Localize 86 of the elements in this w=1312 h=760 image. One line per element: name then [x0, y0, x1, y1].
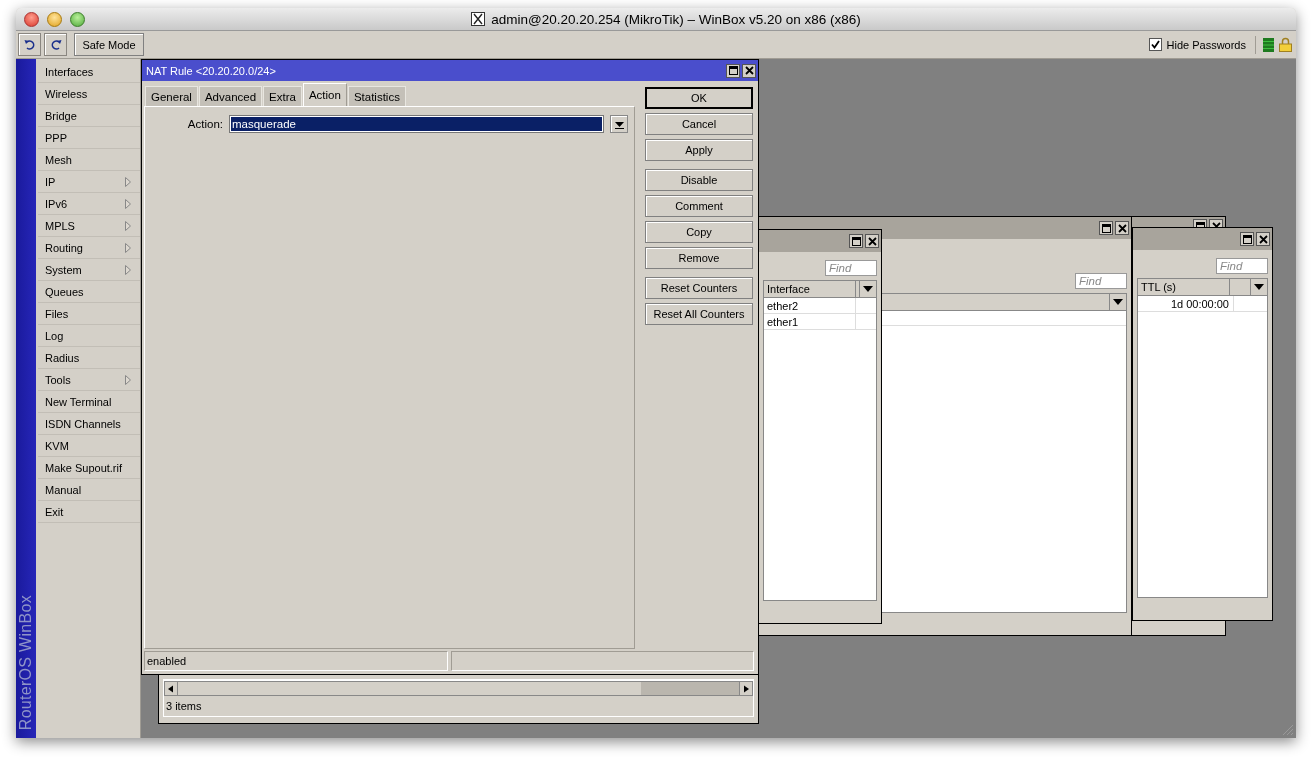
dialog-button[interactable]: Comment: [645, 195, 753, 217]
dropdown-button[interactable]: [610, 115, 628, 133]
submenu-arrow-icon: [125, 374, 131, 385]
sidebar-item[interactable]: Files: [38, 303, 140, 325]
sidebar-item[interactable]: Log: [38, 325, 140, 347]
dialog-button[interactable]: Disable: [645, 169, 753, 191]
x-window-icon: [471, 12, 486, 26]
zoom-icon[interactable]: [70, 11, 85, 27]
window-title: admin@20.20.20.254 (MikroTik) – WinBox v5.20 on x86 (x86): [491, 11, 861, 27]
dialog-button[interactable]: Reset Counters: [645, 277, 753, 299]
sidebar-item[interactable]: Make Supout.rif: [38, 457, 140, 479]
table-cell: 1d 00:00:00: [1138, 296, 1234, 311]
item-count: 3 items: [165, 699, 203, 714]
sidebar-item[interactable]: IPv6: [38, 193, 140, 215]
dialog-button[interactable]: Reset All Counters: [645, 303, 753, 325]
sidebar-item[interactable]: MPLS: [38, 215, 140, 237]
resize-grip-icon[interactable]: [1280, 722, 1294, 736]
dialog-title: NAT Rule <20.20.20.0/24>: [146, 64, 277, 77]
sidebar-item[interactable]: Interfaces: [38, 61, 140, 83]
sidebar-item[interactable]: System: [38, 259, 140, 281]
table-cell: ether1: [764, 314, 856, 329]
undo-button[interactable]: [18, 33, 41, 56]
sidebar-item[interactable]: Radius: [38, 347, 140, 369]
column-menu-button[interactable]: [859, 281, 876, 297]
field-label: Action:: [186, 118, 223, 130]
caret-icon[interactable]: [1254, 284, 1264, 290]
sidebar-item[interactable]: IP: [38, 171, 140, 193]
sidebar-item[interactable]: KVM: [38, 435, 140, 457]
dialog-button[interactable]: Copy: [645, 221, 753, 243]
tab[interactable]: Advanced: [198, 86, 263, 106]
find-field[interactable]: Find: [825, 260, 877, 276]
close-icon[interactable]: [24, 11, 39, 27]
find-field[interactable]: Find: [1216, 258, 1268, 274]
brand-label: RouterOS WinBox: [17, 594, 35, 730]
close-button[interactable]: [1115, 221, 1129, 235]
lock-icon: [1279, 37, 1292, 52]
right-arrow-icon[interactable]: [742, 684, 750, 693]
sidebar-item[interactable]: Wireless: [38, 83, 140, 105]
maximize-button[interactable]: [1240, 232, 1254, 246]
submenu-arrow-icon: [125, 198, 131, 209]
submenu-arrow-icon: [125, 242, 131, 253]
dialog-button[interactable]: Remove: [645, 247, 753, 269]
caret-icon[interactable]: [1113, 299, 1123, 305]
tab[interactable]: General: [145, 86, 198, 106]
sidebar-item[interactable]: Bridge: [38, 105, 140, 127]
caret-icon[interactable]: [614, 119, 624, 129]
find-field[interactable]: Find: [1075, 273, 1127, 289]
sidebar-item[interactable]: Manual: [38, 479, 140, 501]
sidebar-item[interactable]: PPP: [38, 127, 140, 149]
tab[interactable]: Statistics: [347, 86, 406, 106]
dialog-button[interactable]: Apply: [645, 139, 753, 161]
horizontal-scrollbar[interactable]: [164, 679, 753, 696]
maximize-button[interactable]: [726, 63, 740, 78]
sidebar-item[interactable]: Routing: [38, 237, 140, 259]
close-button[interactable]: [865, 234, 879, 248]
sidebar-item[interactable]: Mesh: [38, 149, 140, 171]
submenu-arrow-icon: [125, 220, 131, 231]
status-bar-icon: [1263, 37, 1274, 52]
tab[interactable]: Action: [302, 83, 347, 106]
sidebar-item[interactable]: Queues: [38, 281, 140, 303]
tab[interactable]: Extra: [263, 86, 302, 106]
maximize-button[interactable]: [849, 234, 863, 248]
sidebar-item[interactable]: New Terminal: [38, 391, 140, 413]
left-arrow-icon[interactable]: [167, 684, 175, 693]
redo-button[interactable]: [44, 33, 67, 56]
submenu-arrow-icon: [125, 264, 131, 275]
action-dropdown[interactable]: masquerade: [229, 115, 604, 133]
column-menu-button[interactable]: [1250, 279, 1267, 295]
submenu-arrow-icon: [125, 176, 131, 187]
column-menu-button[interactable]: [1109, 294, 1126, 310]
undo-icon[interactable]: [23, 38, 36, 51]
status-cell: enabled: [144, 651, 448, 671]
table-cell: ether2: [764, 298, 856, 313]
redo-icon[interactable]: [49, 38, 62, 51]
close-button[interactable]: [1256, 232, 1270, 246]
sidebar-item[interactable]: Exit: [38, 501, 140, 523]
safe-mode-button[interactable]: Safe Mode: [74, 33, 144, 56]
sidebar-item[interactable]: Tools: [38, 369, 140, 391]
hide-passwords-label: Hide Passwords: [1166, 38, 1246, 51]
sidebar-item[interactable]: ISDN Channels: [38, 413, 140, 435]
close-button[interactable]: [742, 63, 756, 78]
dialog-button[interactable]: Cancel: [645, 113, 753, 135]
hide-passwords-checkbox[interactable]: [1148, 38, 1162, 51]
minimize-icon[interactable]: [47, 11, 62, 27]
maximize-button[interactable]: [1099, 221, 1113, 235]
dialog-button[interactable]: OK: [645, 87, 753, 109]
